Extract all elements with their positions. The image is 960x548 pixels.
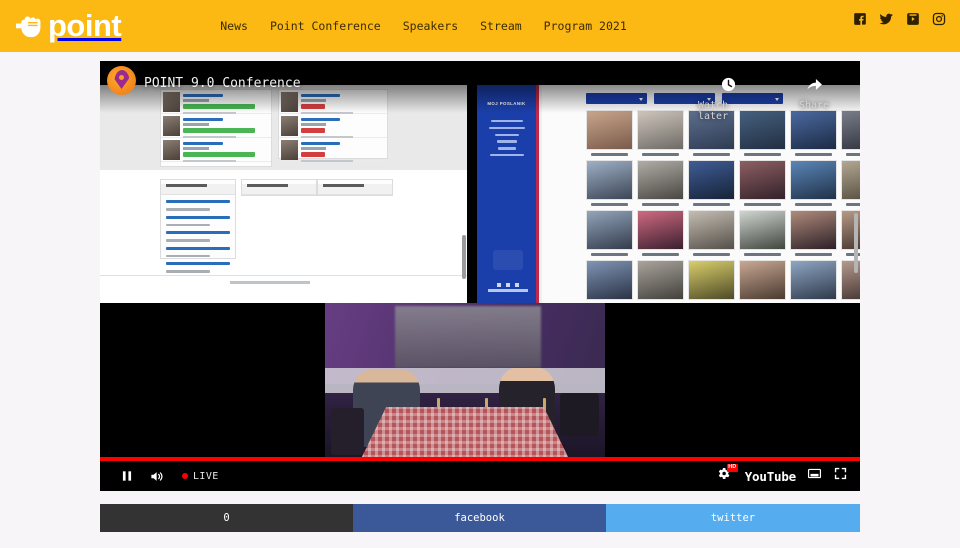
- mp-card[interactable]: [790, 260, 837, 303]
- main-navigation: News Point Conference Speakers Stream Pr…: [220, 19, 627, 33]
- instagram-icon[interactable]: [932, 12, 946, 26]
- settings-gear-button[interactable]: HD: [713, 464, 738, 487]
- site-logo[interactable]: point: [16, 0, 122, 52]
- youtube-wordmark[interactable]: YouTube: [745, 469, 796, 484]
- nav-item-news[interactable]: News: [220, 19, 248, 33]
- mp-card[interactable]: [586, 110, 633, 156]
- mp-card[interactable]: [586, 260, 633, 303]
- moj-poslanik-contact: [477, 279, 539, 297]
- mp-card[interactable]: [637, 260, 684, 303]
- mp-card[interactable]: [688, 210, 735, 256]
- site-footer-note: [230, 281, 310, 284]
- player-controls: LIVE HD YouTube: [100, 461, 860, 491]
- fullscreen-button[interactable]: [833, 466, 848, 486]
- scrollbar[interactable]: [462, 235, 466, 279]
- nav-item-program-2021[interactable]: Program 2021: [544, 19, 627, 33]
- share-label: Share: [798, 100, 830, 111]
- watch-later-label: Watch later: [698, 100, 729, 122]
- watch-later-button[interactable]: Watch later: [698, 69, 758, 122]
- mp-card[interactable]: [739, 160, 786, 206]
- video-player[interactable]: MOJ POSLANIK POINT 9.0 Conference Watch …: [100, 61, 860, 491]
- logo-text: point: [48, 7, 122, 43]
- mp-card[interactable]: [841, 160, 860, 206]
- video-title: POINT 9.0 Conference: [144, 76, 301, 91]
- mp-card[interactable]: [790, 210, 837, 256]
- live-label: LIVE: [193, 470, 219, 482]
- nav-item-stream[interactable]: Stream: [480, 19, 522, 33]
- mp-card[interactable]: [688, 260, 735, 303]
- laws-panel-recent: [160, 179, 236, 273]
- theater-mode-button[interactable]: [806, 466, 823, 486]
- mp-card[interactable]: [637, 110, 684, 156]
- site-header: point News Point Conference Speakers Str…: [0, 0, 960, 52]
- clock-icon: [720, 76, 737, 93]
- mp-card[interactable]: [586, 160, 633, 206]
- share-arrow-icon: [805, 76, 824, 93]
- nav-item-point-conference[interactable]: Point Conference: [270, 19, 381, 33]
- shared-screen-left: [100, 85, 467, 303]
- mp-card[interactable]: [637, 210, 684, 256]
- player-header: POINT 9.0 Conference Watch later Share: [100, 61, 860, 122]
- mp-card[interactable]: [790, 160, 837, 206]
- mp-card[interactable]: [739, 210, 786, 256]
- mp-card[interactable]: [739, 260, 786, 303]
- mp-card[interactable]: [586, 210, 633, 256]
- share-button[interactable]: Share: [784, 69, 844, 111]
- pointing-hand-icon: [16, 13, 46, 39]
- laws-panel-rules: [317, 179, 393, 196]
- moj-poslanik-sidebar: MOJ POSLANIK: [477, 85, 539, 303]
- nav-item-speakers[interactable]: Speakers: [403, 19, 458, 33]
- live-indicator[interactable]: LIVE: [182, 471, 219, 482]
- laws-panel-active: [241, 179, 317, 196]
- pause-button[interactable]: [112, 461, 142, 491]
- quality-badge: HD: [726, 464, 738, 472]
- share-twitter-button[interactable]: twitter: [606, 504, 860, 532]
- scrollbar[interactable]: [854, 213, 858, 273]
- youtube-icon[interactable]: [906, 12, 920, 26]
- twitter-icon[interactable]: [879, 12, 894, 26]
- social-links: [853, 12, 946, 26]
- share-count[interactable]: 0: [100, 504, 353, 532]
- social-share-bar: 0 facebook twitter: [100, 504, 860, 532]
- mp-card[interactable]: [637, 160, 684, 206]
- facebook-icon[interactable]: [853, 12, 867, 26]
- mp-grid: [542, 104, 860, 303]
- mp-card[interactable]: [688, 160, 735, 206]
- live-dot-icon: [182, 473, 188, 479]
- volume-button[interactable]: [142, 461, 172, 491]
- point-channel-avatar[interactable]: [107, 66, 136, 95]
- screen-divider: [467, 85, 477, 303]
- moj-poslanik-menu: [477, 120, 536, 157]
- share-facebook-button[interactable]: facebook: [353, 504, 606, 532]
